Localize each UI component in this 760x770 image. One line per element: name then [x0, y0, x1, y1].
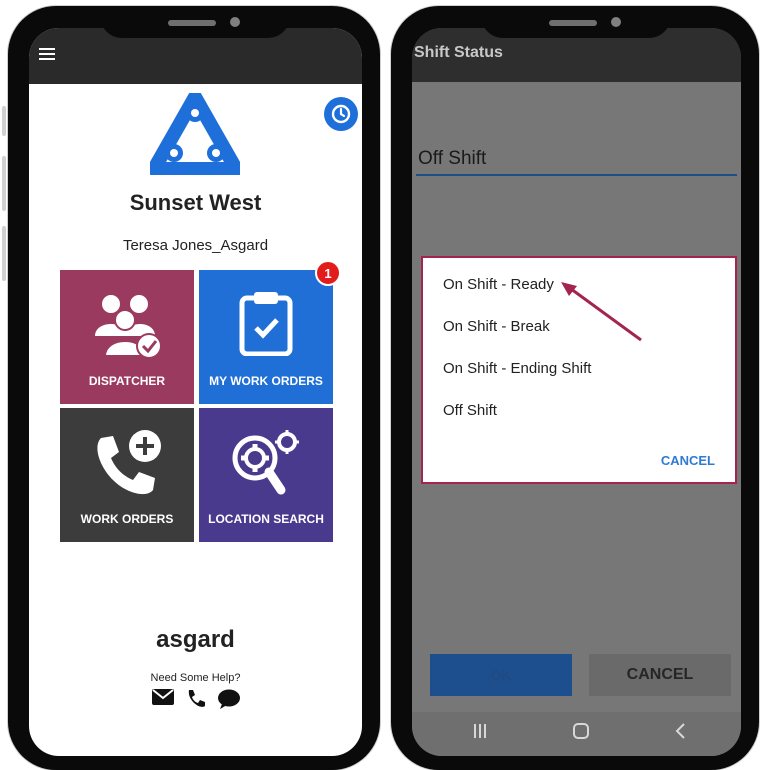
dialog-cancel-button[interactable]: CANCEL	[661, 453, 715, 468]
tile-label: DISPATCHER	[88, 374, 166, 388]
envelope-icon[interactable]	[151, 688, 175, 715]
phone-left: Sunset West Teresa Jones_Asgard DISPATCH…	[2, 6, 380, 770]
tile-label: MY WORK ORDERS	[209, 374, 323, 388]
gears-search-icon	[199, 428, 333, 502]
phone-plus-icon	[60, 428, 194, 504]
notification-badge: 1	[315, 260, 341, 286]
option-on-shift-ending-shift[interactable]: On Shift - Ending Shift	[443, 360, 591, 377]
chat-bubble-icon[interactable]	[217, 688, 241, 715]
speaker	[549, 20, 597, 26]
pointer-arrow	[561, 282, 642, 342]
camera	[611, 17, 621, 27]
cancel-button[interactable]: CANCEL	[589, 654, 731, 696]
shift-status-dialog: On Shift - Ready On Shift - Break On Shi…	[421, 256, 737, 484]
hamburger-menu-icon[interactable]	[39, 48, 55, 62]
option-off-shift[interactable]: Off Shift	[443, 402, 497, 419]
notch	[481, 6, 671, 38]
tile-dispatcher[interactable]: DISPATCHER	[60, 270, 194, 404]
side-button	[2, 226, 6, 281]
org-name: Sunset West	[129, 190, 262, 215]
tile-location-search[interactable]: LOCATION SEARCH	[199, 408, 333, 542]
org-logo	[147, 90, 243, 180]
brand-logo: asgard	[156, 626, 235, 653]
help-icons	[29, 688, 362, 715]
phone-icon[interactable]	[185, 688, 207, 715]
side-button	[2, 106, 6, 136]
help-text: Need Some Help?	[150, 672, 241, 684]
user-name: Teresa Jones_Asgard	[122, 237, 269, 254]
notch	[100, 6, 290, 38]
tile-my-work-orders[interactable]: 1 MY WORK ORDERS	[199, 260, 341, 404]
option-on-shift-ready[interactable]: On Shift - Ready	[443, 276, 554, 293]
option-on-shift-break[interactable]: On Shift - Break	[443, 318, 550, 335]
phone-right: Shift Status Off Shift On Shift - Ready …	[391, 6, 759, 770]
users-check-icon	[60, 290, 194, 362]
back-icon[interactable]	[674, 722, 688, 745]
left-screen: Sunset West Teresa Jones_Asgard DISPATCH…	[29, 28, 362, 756]
home-icon[interactable]	[572, 722, 590, 745]
clipboard-check-icon	[199, 290, 333, 356]
recent-apps-icon[interactable]	[472, 722, 488, 745]
android-nav-bar	[412, 712, 741, 756]
camera	[230, 17, 240, 27]
ok-button[interactable]: OK	[430, 654, 572, 696]
side-button	[2, 156, 6, 211]
shift-status-value: Off Shift	[418, 148, 487, 169]
tile-label: WORK ORDERS	[80, 512, 174, 526]
right-screen: Shift Status Off Shift On Shift - Ready …	[412, 28, 741, 756]
tile-label: LOCATION SEARCH	[208, 512, 324, 526]
clock-icon[interactable]	[324, 97, 358, 131]
shift-status-field[interactable]: Off Shift	[416, 142, 737, 176]
tile-work-orders[interactable]: WORK ORDERS	[60, 408, 194, 542]
speaker	[168, 20, 216, 26]
screen-title: Shift Status	[414, 44, 503, 61]
